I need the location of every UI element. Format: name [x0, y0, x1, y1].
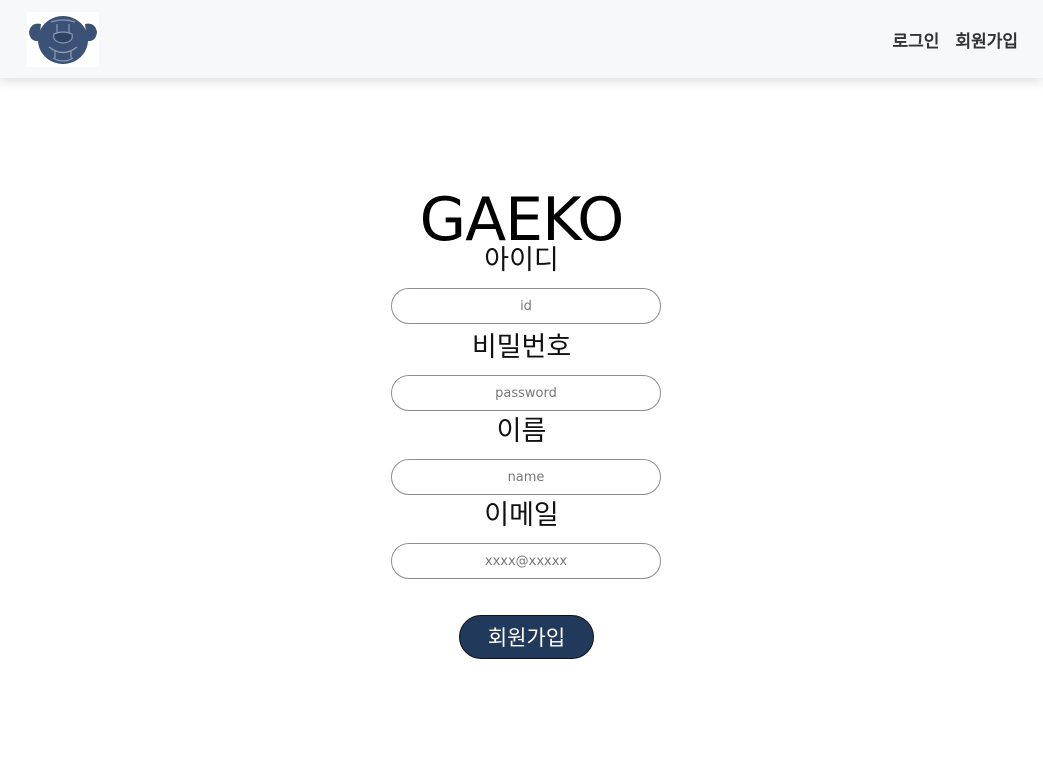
navbar: 로그인 회원가입	[0, 0, 1043, 78]
nav-links: 로그인 회원가입	[893, 27, 1018, 52]
bulldog-logo-icon[interactable]	[27, 12, 99, 67]
signup-link[interactable]: 회원가입	[955, 27, 1018, 52]
login-link[interactable]: 로그인	[893, 27, 940, 52]
name-label: 이름	[496, 416, 547, 447]
name-input[interactable]	[391, 459, 661, 495]
email-label: 이메일	[484, 500, 559, 531]
email-input[interactable]	[391, 543, 661, 579]
id-label: 아이디	[484, 245, 559, 276]
password-input[interactable]	[391, 375, 661, 411]
password-label: 비밀번호	[471, 332, 572, 363]
signup-submit-button[interactable]: 회원가입	[459, 615, 594, 659]
id-input[interactable]	[391, 288, 661, 324]
